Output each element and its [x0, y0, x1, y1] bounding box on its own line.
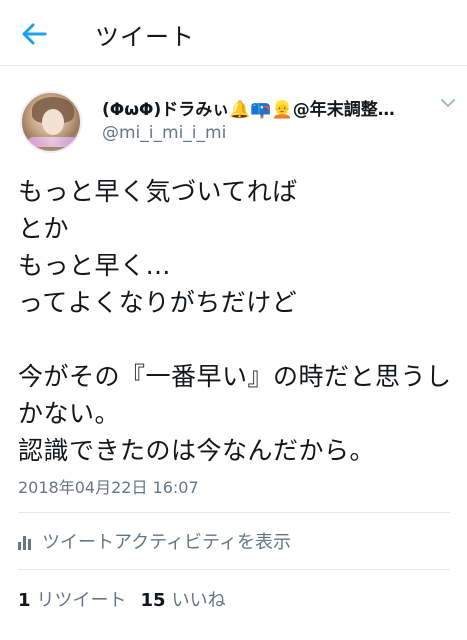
- app-header: ツイート: [0, 0, 467, 66]
- bar-chart-icon: [18, 532, 34, 550]
- arrow-left-icon: [22, 23, 47, 45]
- retweet-count-link[interactable]: 1 リツイート: [18, 586, 127, 612]
- tweet-stats: 1 リツイート 15 いいね: [18, 586, 240, 612]
- activity-label: ツイートアクティビティを表示: [42, 532, 291, 553]
- retweet-count: 1: [18, 590, 31, 611]
- like-count-link[interactable]: 15 いいね: [141, 586, 226, 612]
- avatar-face: [42, 109, 64, 135]
- retweet-label: リツイート: [36, 590, 127, 611]
- like-count: 15: [140, 590, 166, 611]
- tweet-menu-button[interactable]: [436, 93, 460, 113]
- avatar[interactable]: [20, 91, 82, 153]
- chevron-down-icon: [441, 99, 455, 107]
- user-handle[interactable]: @mi_i_mi_i_mi: [102, 123, 226, 143]
- tweet-timestamp: 2018年04月22日 16:07: [18, 478, 199, 497]
- like-label: いいね: [171, 590, 226, 611]
- back-button[interactable]: [14, 14, 54, 54]
- display-name[interactable]: (ΦωΦ)ドラみぃ🔔📪👱@年末調整…: [102, 95, 432, 120]
- page-title: ツイート: [95, 23, 195, 51]
- avatar-decoration: [28, 137, 78, 147]
- divider: [18, 569, 450, 570]
- tweet-text: もっと早く気づいてれば とか もっと早く… ってよくなりがちだけど 今がその『一…: [18, 177, 452, 465]
- tweet-activity-link[interactable]: ツイートアクティビティを表示: [18, 528, 291, 554]
- divider: [18, 512, 450, 513]
